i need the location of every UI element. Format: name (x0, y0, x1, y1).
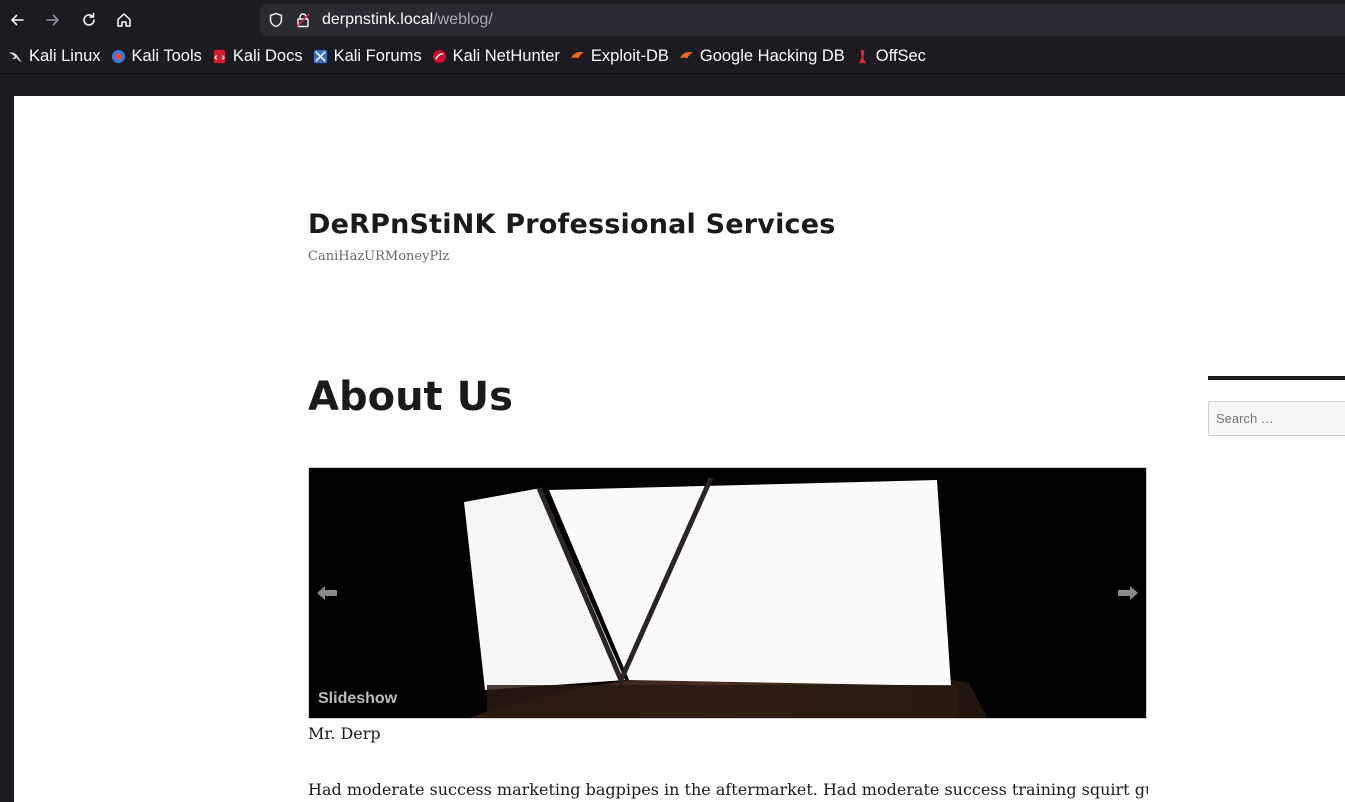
kali-dragon-icon (8, 52, 23, 63)
arrow-left-icon (11, 14, 24, 26)
slideshow-prev-button[interactable] (314, 580, 340, 606)
kali-forums-icon (313, 49, 327, 64)
page-title: About Us (308, 374, 513, 420)
offsec-icon (858, 49, 867, 64)
search-input[interactable] (1208, 401, 1345, 436)
image-caption: Mr. Derp (308, 724, 381, 743)
page-viewport: DeRPnStiNK Professional Services CaniHaz… (14, 96, 1345, 802)
bookmark-label: OffSec (875, 47, 926, 65)
bookmark-label: Kali Tools (131, 47, 202, 65)
bookmark-offsec[interactable]: OffSec (851, 43, 932, 71)
bookmark-kali-forums[interactable]: Kali Forums (309, 43, 428, 71)
kali-nethunter-icon (432, 49, 446, 64)
exploit-db-icon (570, 52, 584, 59)
slideshow[interactable]: Slideshow (308, 467, 1147, 719)
home-button[interactable] (109, 5, 139, 35)
bookmark-label: Kali Forums (333, 47, 422, 65)
kali-docs-icon (213, 49, 225, 64)
site-title[interactable]: DeRPnStiNK Professional Services (308, 209, 836, 240)
bookmark-label: Kali Linux (29, 47, 101, 65)
bookmark-kali-linux[interactable]: Kali Linux (4, 43, 107, 71)
bookmark-kali-nethunter[interactable]: Kali NetHunter (428, 43, 566, 71)
sidebar-divider (1208, 376, 1345, 380)
insecure-lock-icon[interactable] (295, 12, 311, 28)
slideshow-next-button[interactable] (1115, 580, 1141, 606)
bookmark-google-hacking-db[interactable]: Google Hacking DB (675, 43, 851, 71)
site-description: CaniHazURMoneyPlz (308, 249, 450, 264)
reload-button[interactable] (74, 5, 104, 35)
slide-image (309, 468, 1146, 718)
ghdb-icon (679, 52, 693, 59)
bookmark-kali-tools[interactable]: Kali Tools (107, 43, 208, 71)
bookmark-label: Kali NetHunter (452, 47, 560, 65)
kali-tools-icon (111, 49, 125, 64)
url-bar[interactable]: derpnstink.local/weblog/ (260, 4, 1345, 36)
bookmark-label: Exploit-DB (590, 47, 669, 65)
arrow-right-icon (46, 14, 59, 26)
url-host: derpnstink.local (322, 11, 434, 28)
bookmark-exploit-db[interactable]: Exploit-DB (566, 43, 675, 71)
shield-icon[interactable] (268, 12, 284, 28)
forward-button[interactable] (38, 5, 68, 35)
home-icon (117, 13, 131, 27)
body-paragraph: Had moderate success marketing bagpipes … (308, 780, 1148, 799)
bookmark-label: Kali Docs (232, 47, 303, 65)
url-path: /weblog/ (433, 11, 493, 28)
arrow-right-icon (1118, 586, 1138, 600)
back-button[interactable] (2, 5, 32, 35)
bookmark-kali-docs[interactable]: Kali Docs (208, 43, 309, 71)
reload-icon (83, 12, 95, 26)
url-text[interactable]: derpnstink.local/weblog/ (322, 10, 493, 30)
arrow-left-icon (317, 586, 337, 600)
bookmarks-toolbar: Kali Linux Kali Tools Kali Docs Kali For… (0, 40, 1345, 74)
browser-toolbar: derpnstink.local/weblog/ (0, 0, 1345, 40)
bookmark-label: Google Hacking DB (699, 47, 845, 65)
slideshow-label: Slideshow (318, 690, 398, 707)
